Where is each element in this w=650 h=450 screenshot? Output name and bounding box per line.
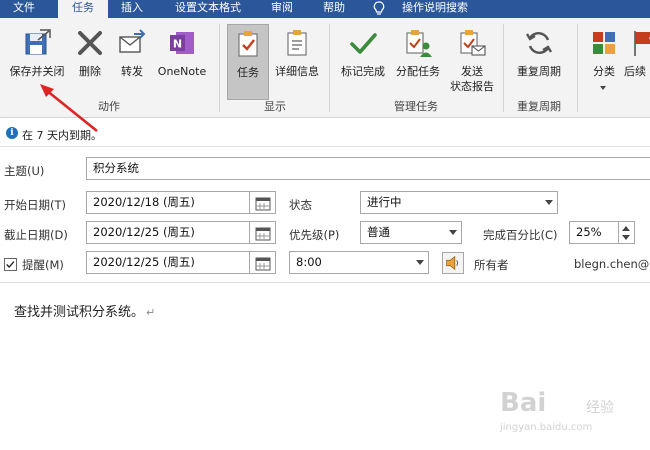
start-date-label: 开始日期(T) xyxy=(4,198,66,212)
tab-review[interactable]: 审阅 xyxy=(262,0,302,18)
priority-label: 优先级(P) xyxy=(289,228,340,242)
task-clipboard-icon xyxy=(238,31,258,57)
tab-help[interactable]: 帮助 xyxy=(314,0,354,18)
details-button[interactable]: 详细信息 xyxy=(271,24,323,100)
send-status-report-button[interactable]: 发送 状态报告 xyxy=(446,24,498,100)
categorize-icon xyxy=(593,32,615,54)
reminder-checkbox[interactable] xyxy=(4,258,17,271)
recurrence-icon xyxy=(525,32,553,54)
save-close-button[interactable]: 保存并关闭 xyxy=(2,24,72,100)
spin-up-icon[interactable] xyxy=(622,226,630,231)
body-text[interactable]: 查找并测试积分系统。 ↵ xyxy=(14,301,155,320)
assign-task-icon xyxy=(406,30,432,57)
calendar-icon[interactable] xyxy=(250,251,276,274)
group-divider xyxy=(219,24,220,112)
forward-mail-icon xyxy=(119,29,146,53)
reminder-time-select[interactable]: 8:00 xyxy=(289,251,429,274)
task-view-button[interactable]: 任务 xyxy=(227,24,269,100)
reminder-sound-button[interactable] xyxy=(442,252,464,274)
status-report-icon xyxy=(460,30,486,56)
spin-down-icon[interactable] xyxy=(622,235,630,240)
subject-label: 主题(U) xyxy=(4,164,45,178)
group-label-actions: 动作 xyxy=(98,100,120,113)
chevron-down-icon xyxy=(416,260,424,265)
speaker-icon xyxy=(446,255,458,271)
categorize-button[interactable]: 分类 xyxy=(585,24,623,100)
subject-input[interactable]: 积分系统 xyxy=(86,157,650,180)
forward-button[interactable]: 转发 xyxy=(112,24,152,100)
percent-complete-label: 完成百分比(C) xyxy=(483,228,558,242)
lightbulb-icon xyxy=(373,1,385,15)
ribbon: 保存并关闭 删除 转发 N OneNote 动作 任务 详细信息 显示 标记完成… xyxy=(0,18,650,118)
priority-select[interactable]: 普通 xyxy=(360,221,462,244)
group-label-recurrence: 重复周期 xyxy=(517,100,561,113)
tab-task[interactable]: 任务 xyxy=(58,0,108,18)
recurrence-button[interactable]: 重复周期 xyxy=(510,24,568,100)
chevron-down-icon xyxy=(449,230,457,235)
reminder-date-input[interactable]: 2020/12/25 (周五) xyxy=(86,251,250,274)
group-divider xyxy=(503,24,504,112)
paragraph-mark: ↵ xyxy=(146,306,156,319)
assign-task-button[interactable]: 分配任务 xyxy=(392,24,444,100)
group-label-manage-tasks: 管理任务 xyxy=(394,100,438,113)
percent-complete-input[interactable]: 25% xyxy=(569,221,619,244)
chevron-down-icon xyxy=(600,86,606,90)
status-label: 状态 xyxy=(289,198,312,212)
reminder-label: 提醒(M) xyxy=(22,258,64,272)
watermark: Bai 经验 jingyan.baidu.com xyxy=(500,388,614,433)
due-date-input[interactable]: 2020/12/25 (周五) xyxy=(86,221,250,244)
follow-up-button[interactable]: 后续 xyxy=(624,24,650,100)
details-clipboard-icon xyxy=(287,30,307,56)
tab-insert[interactable]: 插入 xyxy=(112,0,152,18)
group-label-show: 显示 xyxy=(264,100,286,113)
mark-complete-button[interactable]: 标记完成 xyxy=(334,24,392,100)
checkmark-icon xyxy=(350,33,377,54)
tab-file[interactable]: 文件 xyxy=(0,0,48,18)
info-bar: i 在 7 天内到期。 xyxy=(0,121,650,147)
status-select[interactable]: 进行中 xyxy=(360,191,558,214)
svg-text:N: N xyxy=(173,38,182,51)
delete-x-icon xyxy=(78,31,102,55)
owner-value: blegn.chen@ xyxy=(574,257,650,271)
tab-format-text[interactable]: 设置文本格式 xyxy=(160,0,256,18)
calendar-icon[interactable] xyxy=(250,191,276,214)
group-divider xyxy=(329,24,330,112)
start-date-input[interactable]: 2020/12/18 (周五) xyxy=(86,191,250,214)
chevron-down-icon xyxy=(545,200,553,205)
delete-button[interactable]: 删除 xyxy=(72,24,108,100)
owner-label: 所有者 xyxy=(474,258,509,272)
info-icon: i xyxy=(6,127,18,139)
percent-spinner[interactable] xyxy=(619,221,635,244)
calendar-icon[interactable] xyxy=(250,221,276,244)
menu-tab-bar: 文件 任务 插入 设置文本格式 审阅 帮助 操作说明搜索 xyxy=(0,0,650,18)
onenote-button[interactable]: N OneNote xyxy=(152,24,212,100)
flag-icon xyxy=(634,31,650,56)
group-divider xyxy=(577,24,578,112)
save-close-icon xyxy=(25,29,51,55)
due-date-label: 截止日期(D) xyxy=(4,228,68,242)
tell-me-search[interactable]: 操作说明搜索 xyxy=(396,0,474,18)
onenote-icon: N xyxy=(170,32,194,54)
info-message: 在 7 天内到期。 xyxy=(22,129,102,142)
